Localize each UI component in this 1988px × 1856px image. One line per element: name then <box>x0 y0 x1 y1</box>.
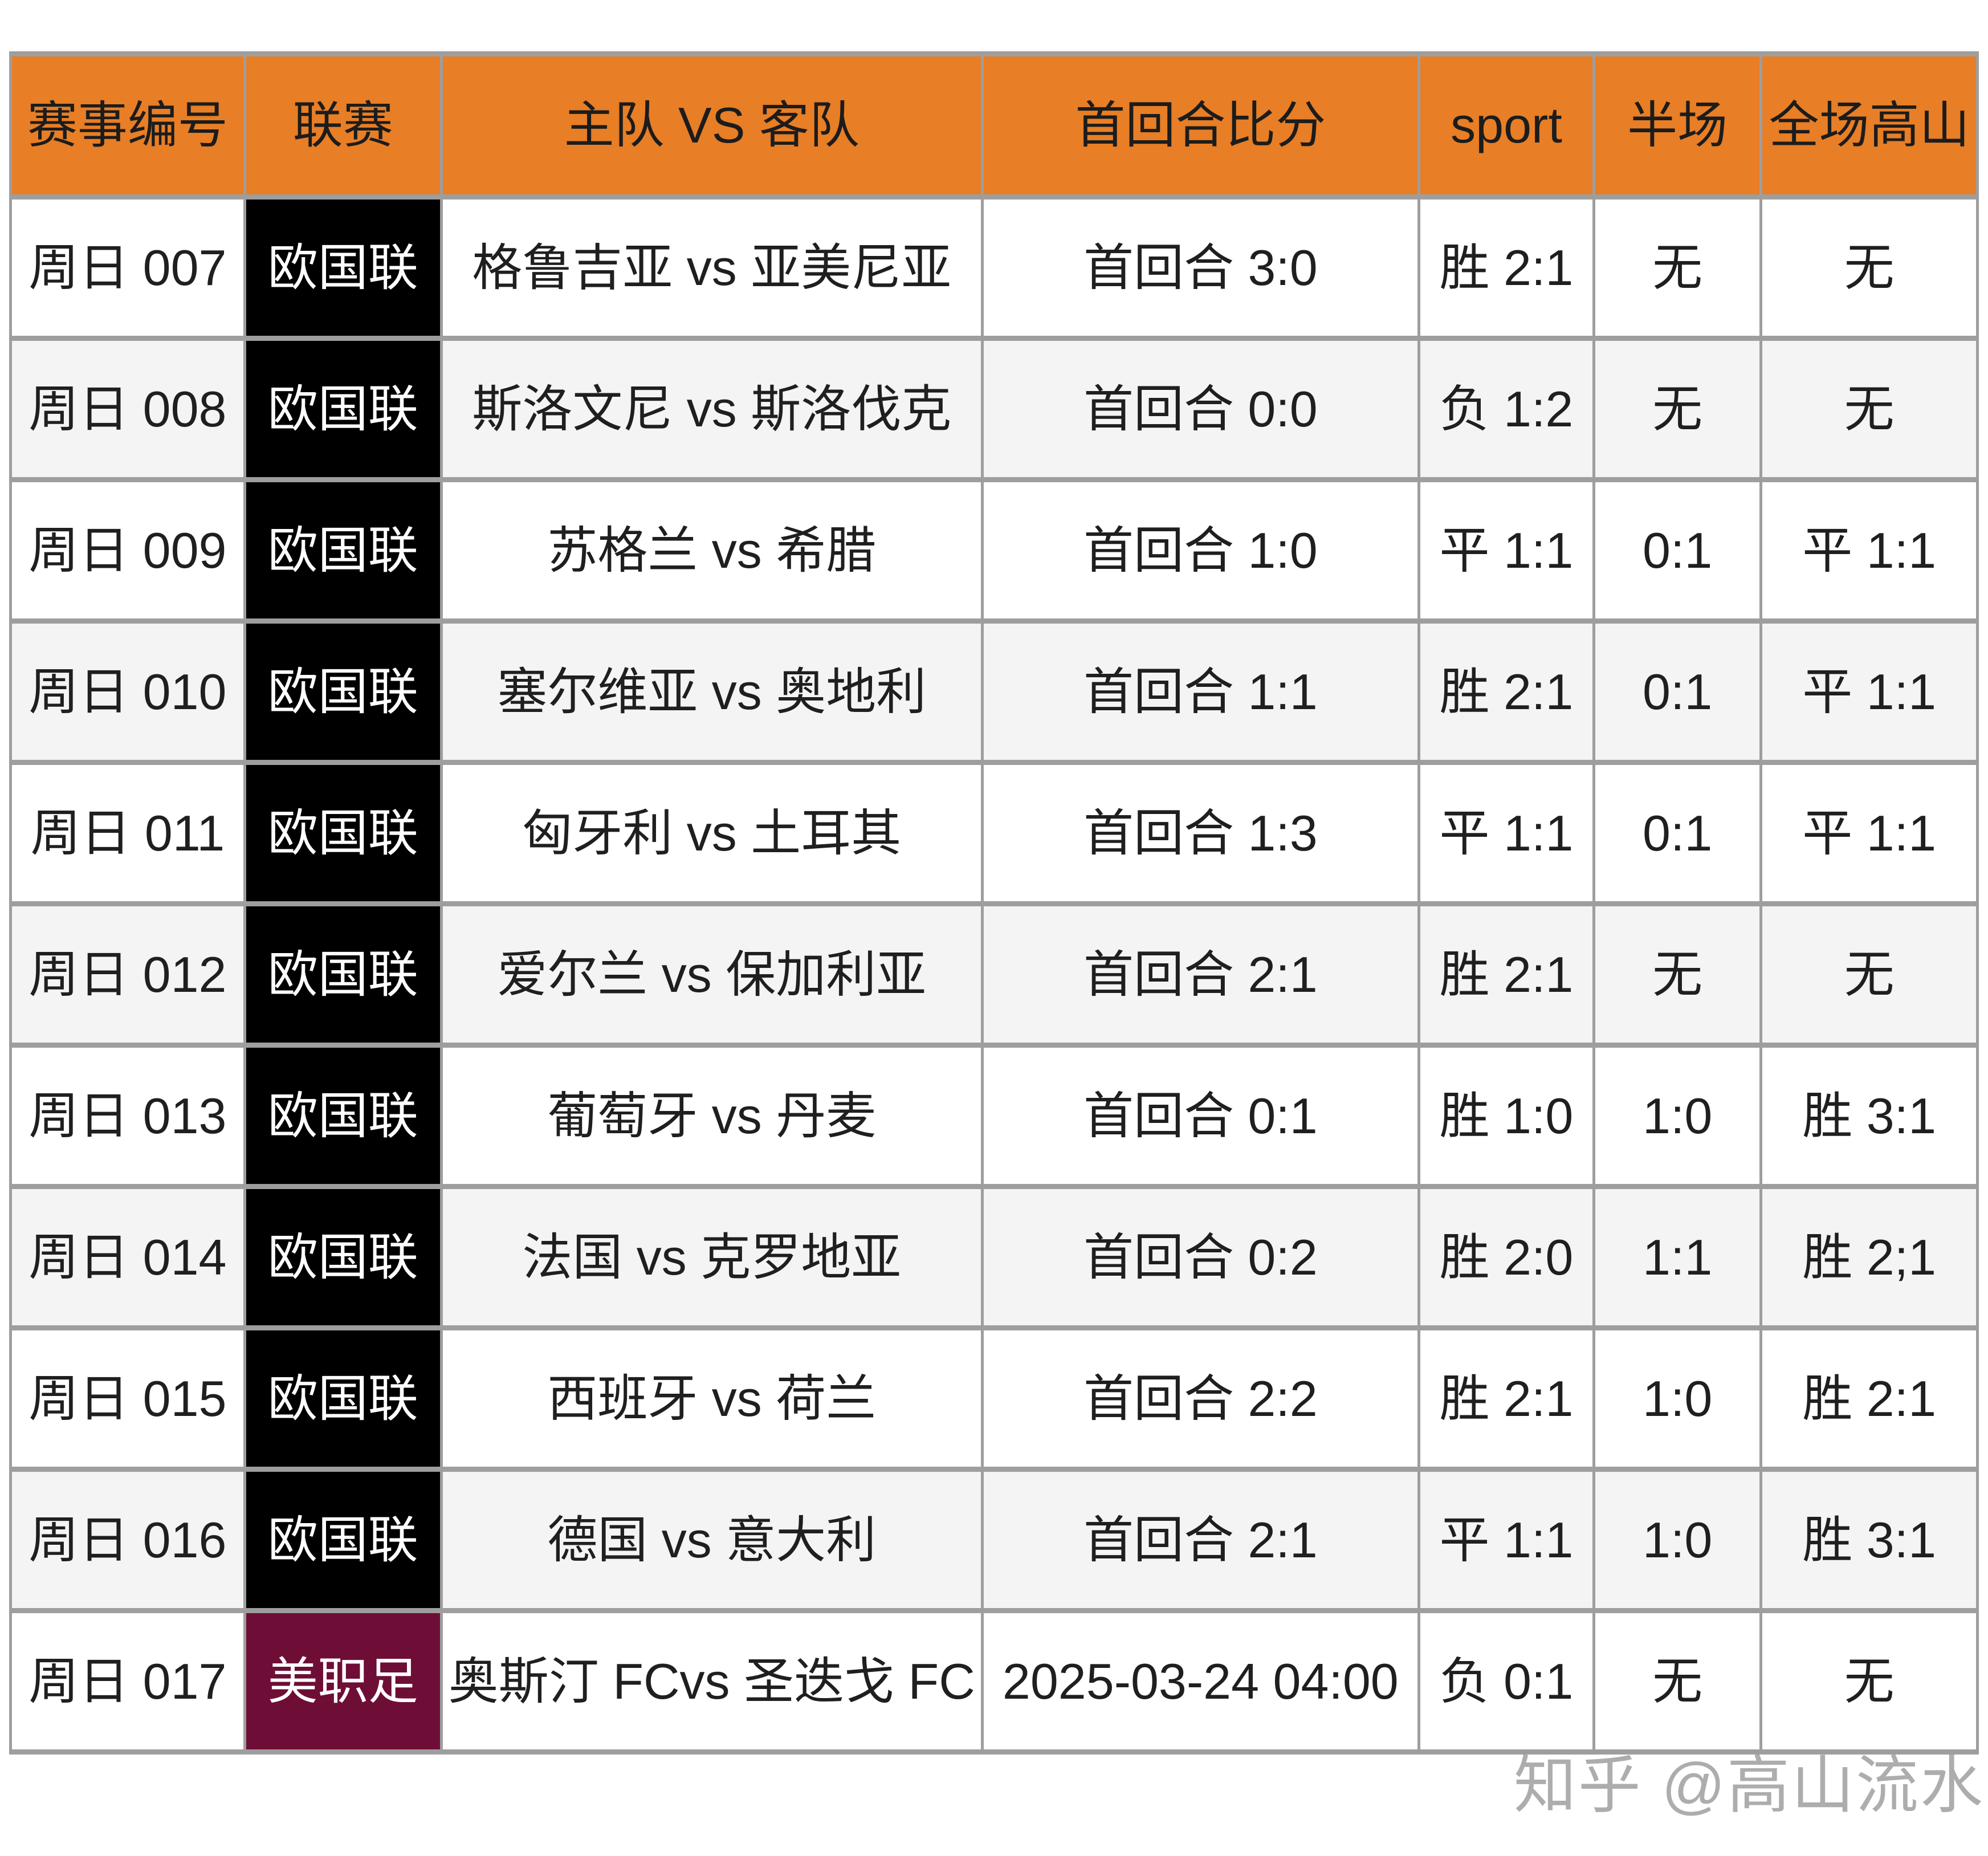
full-time-cell: 胜 3:1 <box>1759 1467 1979 1613</box>
table-row: 周日 013 欧国联 葡萄牙 vs 丹麦 首回合 0:1 胜 1:0 1:0 胜… <box>9 1043 1979 1189</box>
league-cell: 欧国联 <box>243 336 443 482</box>
first-leg-cell: 首回合 1:1 <box>980 618 1420 765</box>
league-cell: 欧国联 <box>243 194 443 341</box>
first-leg-cell: 首回合 0:1 <box>980 1043 1420 1189</box>
full-time-cell: 胜 2;1 <box>1759 1184 1979 1330</box>
teams-cell: 塞尔维亚 vs 奥地利 <box>439 618 984 765</box>
sport-cell: 胜 1:0 <box>1417 1043 1596 1189</box>
match-number-cell: 周日 011 <box>9 760 246 906</box>
sport-cell: 胜 2:1 <box>1417 194 1596 341</box>
header-row: 赛事编号 联赛 主队 VS 客队 首回合比分 sport 半场 全场高山 <box>9 51 1979 200</box>
teams-cell: 奥斯汀 FCvs 圣迭戈 FC <box>439 1608 984 1755</box>
col-header-sport: sport <box>1417 51 1596 200</box>
half-time-cell: 1:0 <box>1592 1325 1763 1472</box>
sport-cell: 负 0:1 <box>1417 1608 1596 1755</box>
league-cell: 欧国联 <box>243 1467 443 1613</box>
col-header-match-number: 赛事编号 <box>9 51 246 200</box>
half-time-cell: 无 <box>1592 901 1763 1048</box>
sport-cell: 平 1:1 <box>1417 1467 1596 1613</box>
table-row: 周日 009 欧国联 苏格兰 vs 希腊 首回合 1:0 平 1:1 0:1 平… <box>9 477 1979 624</box>
half-time-cell: 无 <box>1592 1608 1763 1755</box>
full-time-cell: 平 1:1 <box>1759 760 1979 906</box>
col-header-full-time: 全场高山 <box>1759 51 1979 200</box>
match-number-cell: 周日 007 <box>9 194 246 341</box>
first-leg-cell: 首回合 2:1 <box>980 901 1420 1048</box>
sport-cell: 平 1:1 <box>1417 477 1596 624</box>
first-leg-cell: 2025-03-24 04:00 <box>980 1608 1420 1755</box>
table-row: 周日 015 欧国联 西班牙 vs 荷兰 首回合 2:2 胜 2:1 1:0 胜… <box>9 1325 1979 1472</box>
first-leg-cell: 首回合 3:0 <box>980 194 1420 341</box>
half-time-cell: 1:1 <box>1592 1184 1763 1330</box>
half-time-cell: 0:1 <box>1592 760 1763 906</box>
league-cell: 美职足 <box>243 1608 443 1755</box>
table-row: 周日 007 欧国联 格鲁吉亚 vs 亚美尼亚 首回合 3:0 胜 2:1 无 … <box>9 194 1979 341</box>
full-time-cell: 无 <box>1759 336 1979 482</box>
league-cell: 欧国联 <box>243 1184 443 1330</box>
teams-cell: 爱尔兰 vs 保加利亚 <box>439 901 984 1048</box>
match-number-cell: 周日 015 <box>9 1325 246 1472</box>
match-number-cell: 周日 009 <box>9 477 246 624</box>
teams-cell: 斯洛文尼 vs 斯洛伐克 <box>439 336 984 482</box>
table-row: 周日 014 欧国联 法国 vs 克罗地亚 首回合 0:2 胜 2:0 1:1 … <box>9 1184 1979 1330</box>
table-row: 周日 016 欧国联 德国 vs 意大利 首回合 2:1 平 1:1 1:0 胜… <box>9 1467 1979 1613</box>
full-time-cell: 无 <box>1759 1608 1979 1755</box>
table-row: 周日 010 欧国联 塞尔维亚 vs 奥地利 首回合 1:1 胜 2:1 0:1… <box>9 618 1979 765</box>
teams-cell: 法国 vs 克罗地亚 <box>439 1184 984 1330</box>
col-header-league: 联赛 <box>243 51 443 200</box>
col-header-half-time: 半场 <box>1592 51 1763 200</box>
sport-cell: 胜 2:1 <box>1417 901 1596 1048</box>
half-time-cell: 无 <box>1592 194 1763 341</box>
col-header-first-leg: 首回合比分 <box>980 51 1420 200</box>
full-time-cell: 平 1:1 <box>1759 477 1979 624</box>
teams-cell: 西班牙 vs 荷兰 <box>439 1325 984 1472</box>
first-leg-cell: 首回合 1:3 <box>980 760 1420 906</box>
teams-cell: 格鲁吉亚 vs 亚美尼亚 <box>439 194 984 341</box>
teams-cell: 苏格兰 vs 希腊 <box>439 477 984 624</box>
sport-cell: 胜 2:1 <box>1417 618 1596 765</box>
league-cell: 欧国联 <box>243 760 443 906</box>
half-time-cell: 1:0 <box>1592 1467 1763 1613</box>
league-cell: 欧国联 <box>243 618 443 765</box>
match-number-cell: 周日 016 <box>9 1467 246 1613</box>
sport-cell: 平 1:1 <box>1417 760 1596 906</box>
half-time-cell: 无 <box>1592 336 1763 482</box>
table-row: 周日 012 欧国联 爱尔兰 vs 保加利亚 首回合 2:1 胜 2:1 无 无 <box>9 901 1979 1048</box>
match-number-cell: 周日 012 <box>9 901 246 1048</box>
watermark: 知乎 @高山流水 <box>1513 1751 1985 1821</box>
match-number-cell: 周日 013 <box>9 1043 246 1189</box>
full-time-cell: 无 <box>1759 194 1979 341</box>
teams-cell: 葡萄牙 vs 丹麦 <box>439 1043 984 1189</box>
sport-cell: 负 1:2 <box>1417 336 1596 482</box>
first-leg-cell: 首回合 0:0 <box>980 336 1420 482</box>
full-time-cell: 无 <box>1759 901 1979 1048</box>
first-leg-cell: 首回合 2:2 <box>980 1325 1420 1472</box>
first-leg-cell: 首回合 1:0 <box>980 477 1420 624</box>
league-cell: 欧国联 <box>243 477 443 624</box>
first-leg-cell: 首回合 0:2 <box>980 1184 1420 1330</box>
match-number-cell: 周日 008 <box>9 336 246 482</box>
half-time-cell: 0:1 <box>1592 477 1763 624</box>
sport-cell: 胜 2:1 <box>1417 1325 1596 1472</box>
full-time-cell: 平 1:1 <box>1759 618 1979 765</box>
half-time-cell: 1:0 <box>1592 1043 1763 1189</box>
sport-cell: 胜 2:0 <box>1417 1184 1596 1330</box>
table-row: 周日 011 欧国联 匈牙利 vs 土耳其 首回合 1:3 平 1:1 0:1 … <box>9 760 1979 906</box>
half-time-cell: 0:1 <box>1592 618 1763 765</box>
match-number-cell: 周日 010 <box>9 618 246 765</box>
col-header-teams: 主队 VS 客队 <box>439 51 984 200</box>
full-time-cell: 胜 3:1 <box>1759 1043 1979 1189</box>
full-time-cell: 胜 2:1 <box>1759 1325 1979 1472</box>
match-number-cell: 周日 014 <box>9 1184 246 1330</box>
teams-cell: 德国 vs 意大利 <box>439 1467 984 1613</box>
league-cell: 欧国联 <box>243 1043 443 1189</box>
match-number-cell: 周日 017 <box>9 1608 246 1755</box>
match-results-table: 赛事编号 联赛 主队 VS 客队 首回合比分 sport 半场 全场高山 周日 … <box>9 51 1979 1755</box>
table-row: 周日 017 美职足 奥斯汀 FCvs 圣迭戈 FC 2025-03-24 04… <box>9 1608 1979 1755</box>
first-leg-cell: 首回合 2:1 <box>980 1467 1420 1613</box>
teams-cell: 匈牙利 vs 土耳其 <box>439 760 984 906</box>
league-cell: 欧国联 <box>243 901 443 1048</box>
league-cell: 欧国联 <box>243 1325 443 1472</box>
table-row: 周日 008 欧国联 斯洛文尼 vs 斯洛伐克 首回合 0:0 负 1:2 无 … <box>9 336 1979 482</box>
